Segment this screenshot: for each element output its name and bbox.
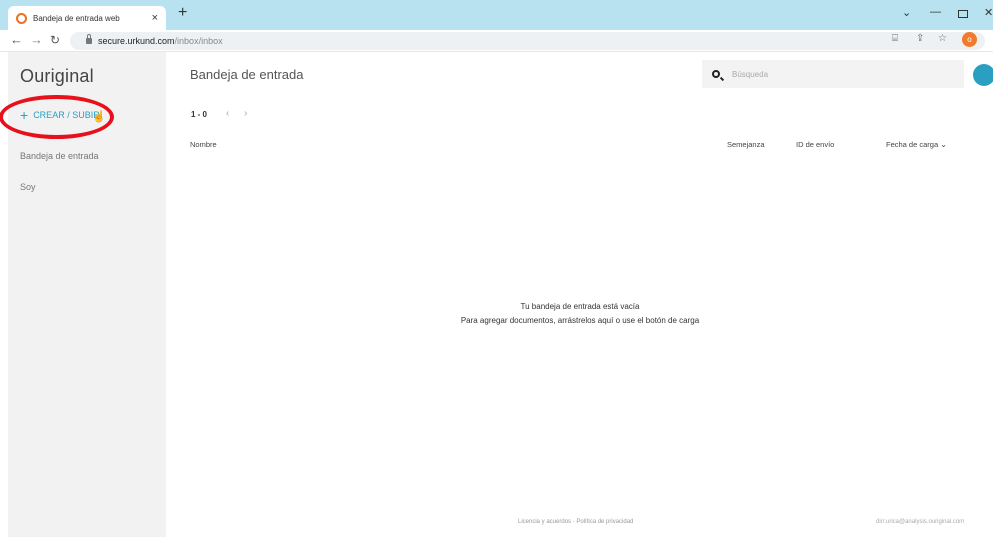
search-placeholder: Búsqueda <box>732 69 769 79</box>
translate-icon[interactable]: ⌸ <box>892 33 898 44</box>
profile-avatar[interactable]: o <box>962 32 977 47</box>
search-input[interactable]: Búsqueda <box>702 60 964 88</box>
empty-state-subtitle: Para agregar documentos, arrástrelos aqu… <box>460 316 700 325</box>
search-icon <box>712 70 720 78</box>
user-avatar[interactable] <box>973 64 993 86</box>
url-text: secure.urkund.com/inbox/inbox <box>98 36 223 46</box>
sidebar-item-inbox[interactable]: Bandeja de entrada <box>20 151 99 161</box>
column-header-semejanza[interactable]: Semejanza <box>727 140 765 149</box>
ouriginal-logo[interactable]: Ouriginal <box>20 66 94 87</box>
forward-arrow-icon[interactable]: → <box>30 32 43 47</box>
footer-email: dirr.urica@analysis.ouriginal.com <box>876 519 965 525</box>
column-header-id-envio[interactable]: ID de envío <box>796 140 834 149</box>
tab-title: Bandeja de entrada web <box>33 13 120 23</box>
maximize-icon[interactable] <box>958 10 968 18</box>
bookmark-star-icon[interactable]: ☆ <box>938 33 947 44</box>
sidebar-item-soy[interactable]: Soy <box>20 182 36 192</box>
url-field[interactable]: secure.urkund.com/inbox/inbox <box>70 32 985 50</box>
pagination-range: 1 - 0 <box>191 110 208 119</box>
new-tab-button[interactable]: + <box>178 4 187 22</box>
close-window-icon[interactable]: ✕ <box>984 6 993 19</box>
previous-page-icon[interactable]: ‹ <box>226 108 229 119</box>
page-title: Bandeja de entrada <box>190 67 304 82</box>
browser-tab[interactable]: Bandeja de entrada web × <box>8 6 166 30</box>
browser-window: Bandeja de entrada web × + ⌄ — ✕ ← → ↻ s… <box>0 0 993 537</box>
column-header-fecha-label: Fecha de carga <box>886 140 939 149</box>
column-header-nombre[interactable]: Nombre <box>190 140 217 149</box>
address-bar: ← → ↻ secure.urkund.com/inbox/inbox ⌸ ⇪ … <box>0 30 993 52</box>
tab-search-icon[interactable]: ⌄ <box>902 6 911 19</box>
ouriginal-favicon-icon <box>16 12 27 24</box>
empty-state-title: Tu bandeja de entrada está vacía <box>520 302 640 311</box>
back-arrow-icon[interactable]: ← <box>10 32 23 47</box>
reload-icon[interactable]: ↻ <box>50 33 60 47</box>
column-header-fecha-carga[interactable]: Fecha de carga ⌄ <box>886 140 947 149</box>
chevron-down-icon: ⌄ <box>940 140 947 149</box>
share-icon[interactable]: ⇪ <box>916 33 924 44</box>
tab-bar: Bandeja de entrada web × + ⌄ — ✕ <box>0 0 993 30</box>
next-page-icon[interactable]: › <box>244 108 247 119</box>
red-annotation-circle <box>0 95 114 139</box>
minimize-icon[interactable]: — <box>930 6 941 18</box>
footer-links[interactable]: Licencia y acuerdos · Política de privac… <box>518 519 633 525</box>
tab-close-icon[interactable]: × <box>152 12 158 24</box>
lock-icon <box>86 34 92 44</box>
sidebar: Ouriginal + CREAR / SUBIR ☝ Bandeja de e… <box>0 52 166 537</box>
